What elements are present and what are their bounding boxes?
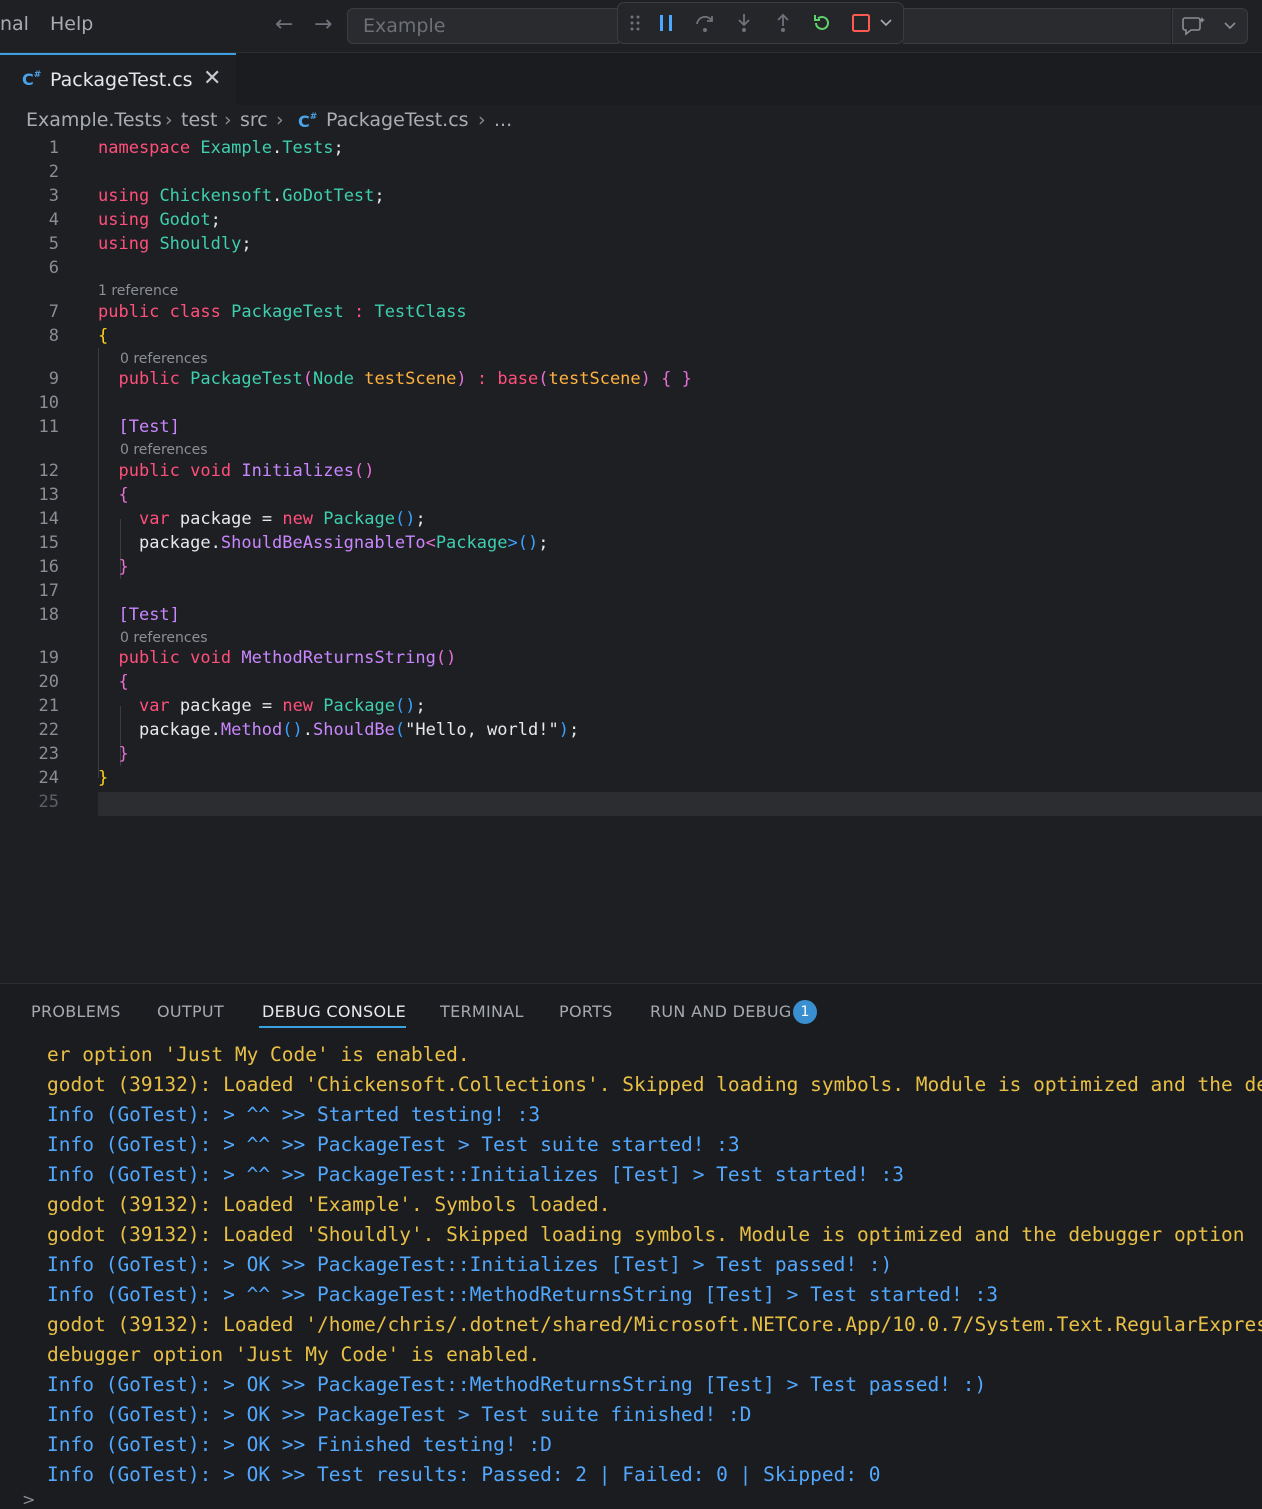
code-line: 7 public class PackageTest : TestClass bbox=[48, 302, 467, 322]
code-line: 21 var package = new Package(); bbox=[38, 696, 426, 716]
back-arrow-icon[interactable]: ← bbox=[275, 12, 293, 37]
codelens-references[interactable]: 0 references bbox=[120, 442, 208, 458]
debug-toolbar bbox=[617, 2, 904, 44]
code-line: 9 public PackageTest(Node testScene) : b… bbox=[48, 369, 692, 389]
code-line: 24} bbox=[38, 768, 109, 788]
tab-problems[interactable]: PROBLEMS bbox=[31, 1002, 121, 1021]
code-line: 11 [Test] bbox=[38, 417, 180, 437]
codelens-references[interactable]: 0 references bbox=[120, 630, 208, 646]
restart-icon[interactable] bbox=[809, 10, 835, 36]
tab-ports[interactable]: PORTS bbox=[559, 1002, 613, 1021]
console-line: Info (GoTest): > ^^ >> PackageTest::Init… bbox=[47, 1163, 905, 1186]
chevron-down-icon[interactable] bbox=[1223, 20, 1237, 32]
code-line: 1 namespace Example.Tests; bbox=[48, 138, 344, 158]
code-line: 22 package.Method().ShouldBe("Hello, wor… bbox=[38, 720, 580, 740]
code-line: 14 var package = new Package(); bbox=[38, 509, 426, 529]
console-line: Info (GoTest): > ^^ >> PackageTest > Tes… bbox=[47, 1133, 740, 1156]
console-line: Info (GoTest): > ^^ >> Started testing! … bbox=[47, 1103, 541, 1126]
stop-icon[interactable] bbox=[848, 10, 874, 36]
step-into-icon[interactable] bbox=[731, 10, 757, 36]
stop-dropdown-icon[interactable] bbox=[873, 10, 899, 36]
tab-run-and-debug[interactable]: RUN AND DEBUG bbox=[650, 1002, 792, 1021]
code-editor[interactable]: 1 namespace Example.Tests; 2 3 using Chick… bbox=[0, 136, 1262, 982]
csharp-file-icon: C# bbox=[298, 112, 318, 131]
code-line: 8{ bbox=[48, 326, 109, 346]
code-line: 17 bbox=[38, 581, 59, 601]
tab-label: PackageTest.cs bbox=[50, 69, 193, 91]
code-line: 4 using Godot; bbox=[48, 210, 221, 230]
console-line: Info (GoTest): > OK >> PackageTest::Meth… bbox=[47, 1373, 987, 1396]
forward-arrow-icon[interactable]: → bbox=[314, 12, 332, 37]
console-line: Info (GoTest): > ^^ >> PackageTest::Meth… bbox=[47, 1283, 998, 1306]
tab-packagetest-cs[interactable]: C# PackageTest.cs ✕ bbox=[0, 53, 236, 105]
console-line: godot (39132): Loaded 'Shouldly'. Skippe… bbox=[47, 1223, 1245, 1246]
console-line: Info (GoTest): > OK >> Test results: Pas… bbox=[47, 1463, 881, 1486]
code-line: 6 bbox=[48, 258, 59, 278]
console-line: godot (39132): Loaded 'Example'. Symbols… bbox=[47, 1193, 611, 1216]
code-line: 20 { bbox=[38, 672, 129, 692]
console-line: Info (GoTest): > OK >> PackageTest > Tes… bbox=[47, 1403, 752, 1426]
console-line: er option 'Just My Code' is enabled. bbox=[47, 1043, 470, 1066]
console-line: Info (GoTest): > OK >> Finished testing!… bbox=[47, 1433, 552, 1456]
step-over-icon[interactable] bbox=[692, 10, 718, 36]
code-line: 12 public void Initializes() bbox=[38, 461, 375, 481]
close-icon[interactable]: ✕ bbox=[203, 66, 221, 91]
command-center[interactable]: Example bbox=[347, 8, 619, 44]
active-tab-indicator bbox=[259, 1026, 406, 1028]
breadcrumb-item-project[interactable]: Example.Tests bbox=[26, 109, 162, 131]
console-prompt[interactable]: > bbox=[22, 1490, 35, 1509]
csharp-file-icon: C# bbox=[22, 70, 42, 89]
breadcrumb-item-symbol[interactable]: ... bbox=[494, 109, 512, 131]
chevron-right-icon: › bbox=[165, 109, 173, 131]
code-line: 13 { bbox=[38, 485, 129, 505]
tab-terminal[interactable]: TERMINAL bbox=[440, 1002, 524, 1021]
bottom-panel: PROBLEMS OUTPUT DEBUG CONSOLE TERMINAL P… bbox=[0, 983, 1262, 1509]
code-line: 18 [Test] bbox=[38, 605, 180, 625]
chevron-right-icon: › bbox=[276, 109, 284, 131]
chat-icon bbox=[1182, 17, 1205, 36]
tab-debug-console[interactable]: DEBUG CONSOLE bbox=[262, 1002, 406, 1021]
command-center-label: Example bbox=[363, 15, 446, 37]
console-line: godot (39132): Loaded '/home/chris/.dotn… bbox=[47, 1313, 1262, 1336]
code-line: 19 public void MethodReturnsString() bbox=[38, 648, 457, 668]
menu-help[interactable]: Help bbox=[50, 13, 93, 35]
code-line: 2 bbox=[48, 162, 59, 182]
step-out-icon[interactable] bbox=[770, 10, 796, 36]
drag-handle-icon[interactable] bbox=[622, 10, 648, 36]
code-line: 10 bbox=[38, 393, 59, 413]
code-line: 3 using Chickensoft.GoDotTest; bbox=[48, 186, 385, 206]
codelens-references[interactable]: 1 reference bbox=[98, 283, 178, 299]
code-line: 15 package.ShouldBeAssignableTo<Package>… bbox=[38, 533, 549, 553]
breadcrumb-item-test[interactable]: test bbox=[181, 109, 218, 131]
code-line: 23 } bbox=[38, 744, 129, 764]
code-line: 25 bbox=[38, 792, 59, 812]
code-line: 16 } bbox=[38, 557, 129, 577]
console-line: debugger option 'Just My Code' is enable… bbox=[47, 1343, 541, 1366]
title-bar: nal Help ← → Example bbox=[0, 0, 1262, 53]
code-line: 5 using Shouldly; bbox=[48, 234, 252, 254]
pause-icon[interactable] bbox=[653, 10, 679, 36]
menu-terminal[interactable]: nal bbox=[0, 13, 29, 35]
breadcrumb-item-src[interactable]: src bbox=[240, 109, 268, 131]
tab-output[interactable]: OUTPUT bbox=[157, 1002, 224, 1021]
chevron-right-icon: › bbox=[224, 109, 232, 131]
editor-tab-bar: C# PackageTest.cs ✕ bbox=[0, 53, 1262, 105]
command-center-tail[interactable] bbox=[903, 8, 1171, 44]
breadcrumb-item-file[interactable]: PackageTest.cs bbox=[326, 109, 469, 131]
chevron-right-icon: › bbox=[478, 109, 486, 131]
chat-toggle[interactable] bbox=[1172, 8, 1248, 44]
console-line: godot (39132): Loaded 'Chickensoft.Colle… bbox=[47, 1073, 1262, 1096]
console-line: Info (GoTest): > OK >> PackageTest::Init… bbox=[47, 1253, 893, 1276]
run-debug-badge: 1 bbox=[793, 1000, 817, 1024]
codelens-references[interactable]: 0 references bbox=[120, 351, 208, 367]
